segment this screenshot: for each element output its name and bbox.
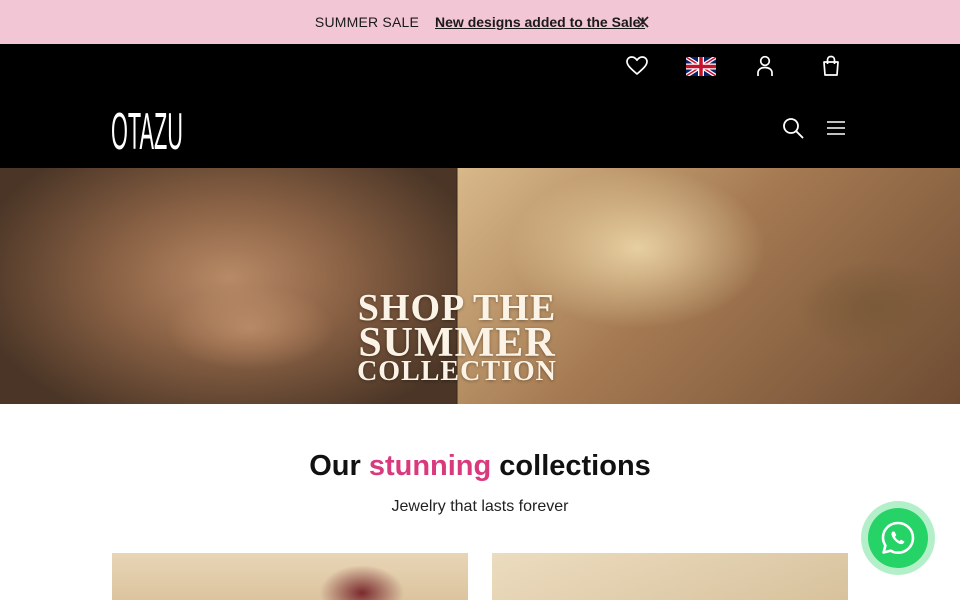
site-header: OTAZU bbox=[0, 44, 960, 168]
collections-title-prefix: Our bbox=[309, 450, 361, 482]
collections-title-accent: stunning bbox=[368, 450, 492, 482]
announcement-bar: SUMMER SALE New designs added to the Sal… bbox=[0, 0, 960, 44]
heart-icon[interactable] bbox=[626, 56, 648, 76]
sale-link[interactable]: New designs added to the Sale! bbox=[435, 14, 645, 30]
close-icon[interactable] bbox=[634, 13, 652, 31]
menu-icon[interactable] bbox=[826, 120, 846, 136]
collection-card[interactable] bbox=[492, 553, 848, 600]
otazu-logo[interactable]: OTAZU bbox=[110, 102, 184, 154]
whatsapp-icon bbox=[881, 521, 915, 554]
whatsapp-button[interactable] bbox=[861, 501, 935, 575]
hero-banner[interactable]: SHOP THE SUMMER COLLECTION bbox=[0, 168, 960, 404]
collections-title-suffix: collections bbox=[499, 450, 651, 482]
sale-label: SUMMER SALE bbox=[314, 14, 420, 30]
shopping-bag-icon[interactable] bbox=[821, 55, 841, 77]
collections-title: Our stunning collections bbox=[0, 450, 960, 483]
hero-line-3: COLLECTION bbox=[357, 356, 557, 387]
logo-text: OTAZU bbox=[111, 103, 183, 154]
collections-subtitle: Jewelry that lasts forever bbox=[391, 498, 569, 515]
uk-flag-icon[interactable] bbox=[686, 57, 716, 76]
user-icon[interactable] bbox=[756, 55, 774, 77]
collection-card[interactable] bbox=[112, 553, 468, 600]
search-icon[interactable] bbox=[782, 117, 804, 139]
